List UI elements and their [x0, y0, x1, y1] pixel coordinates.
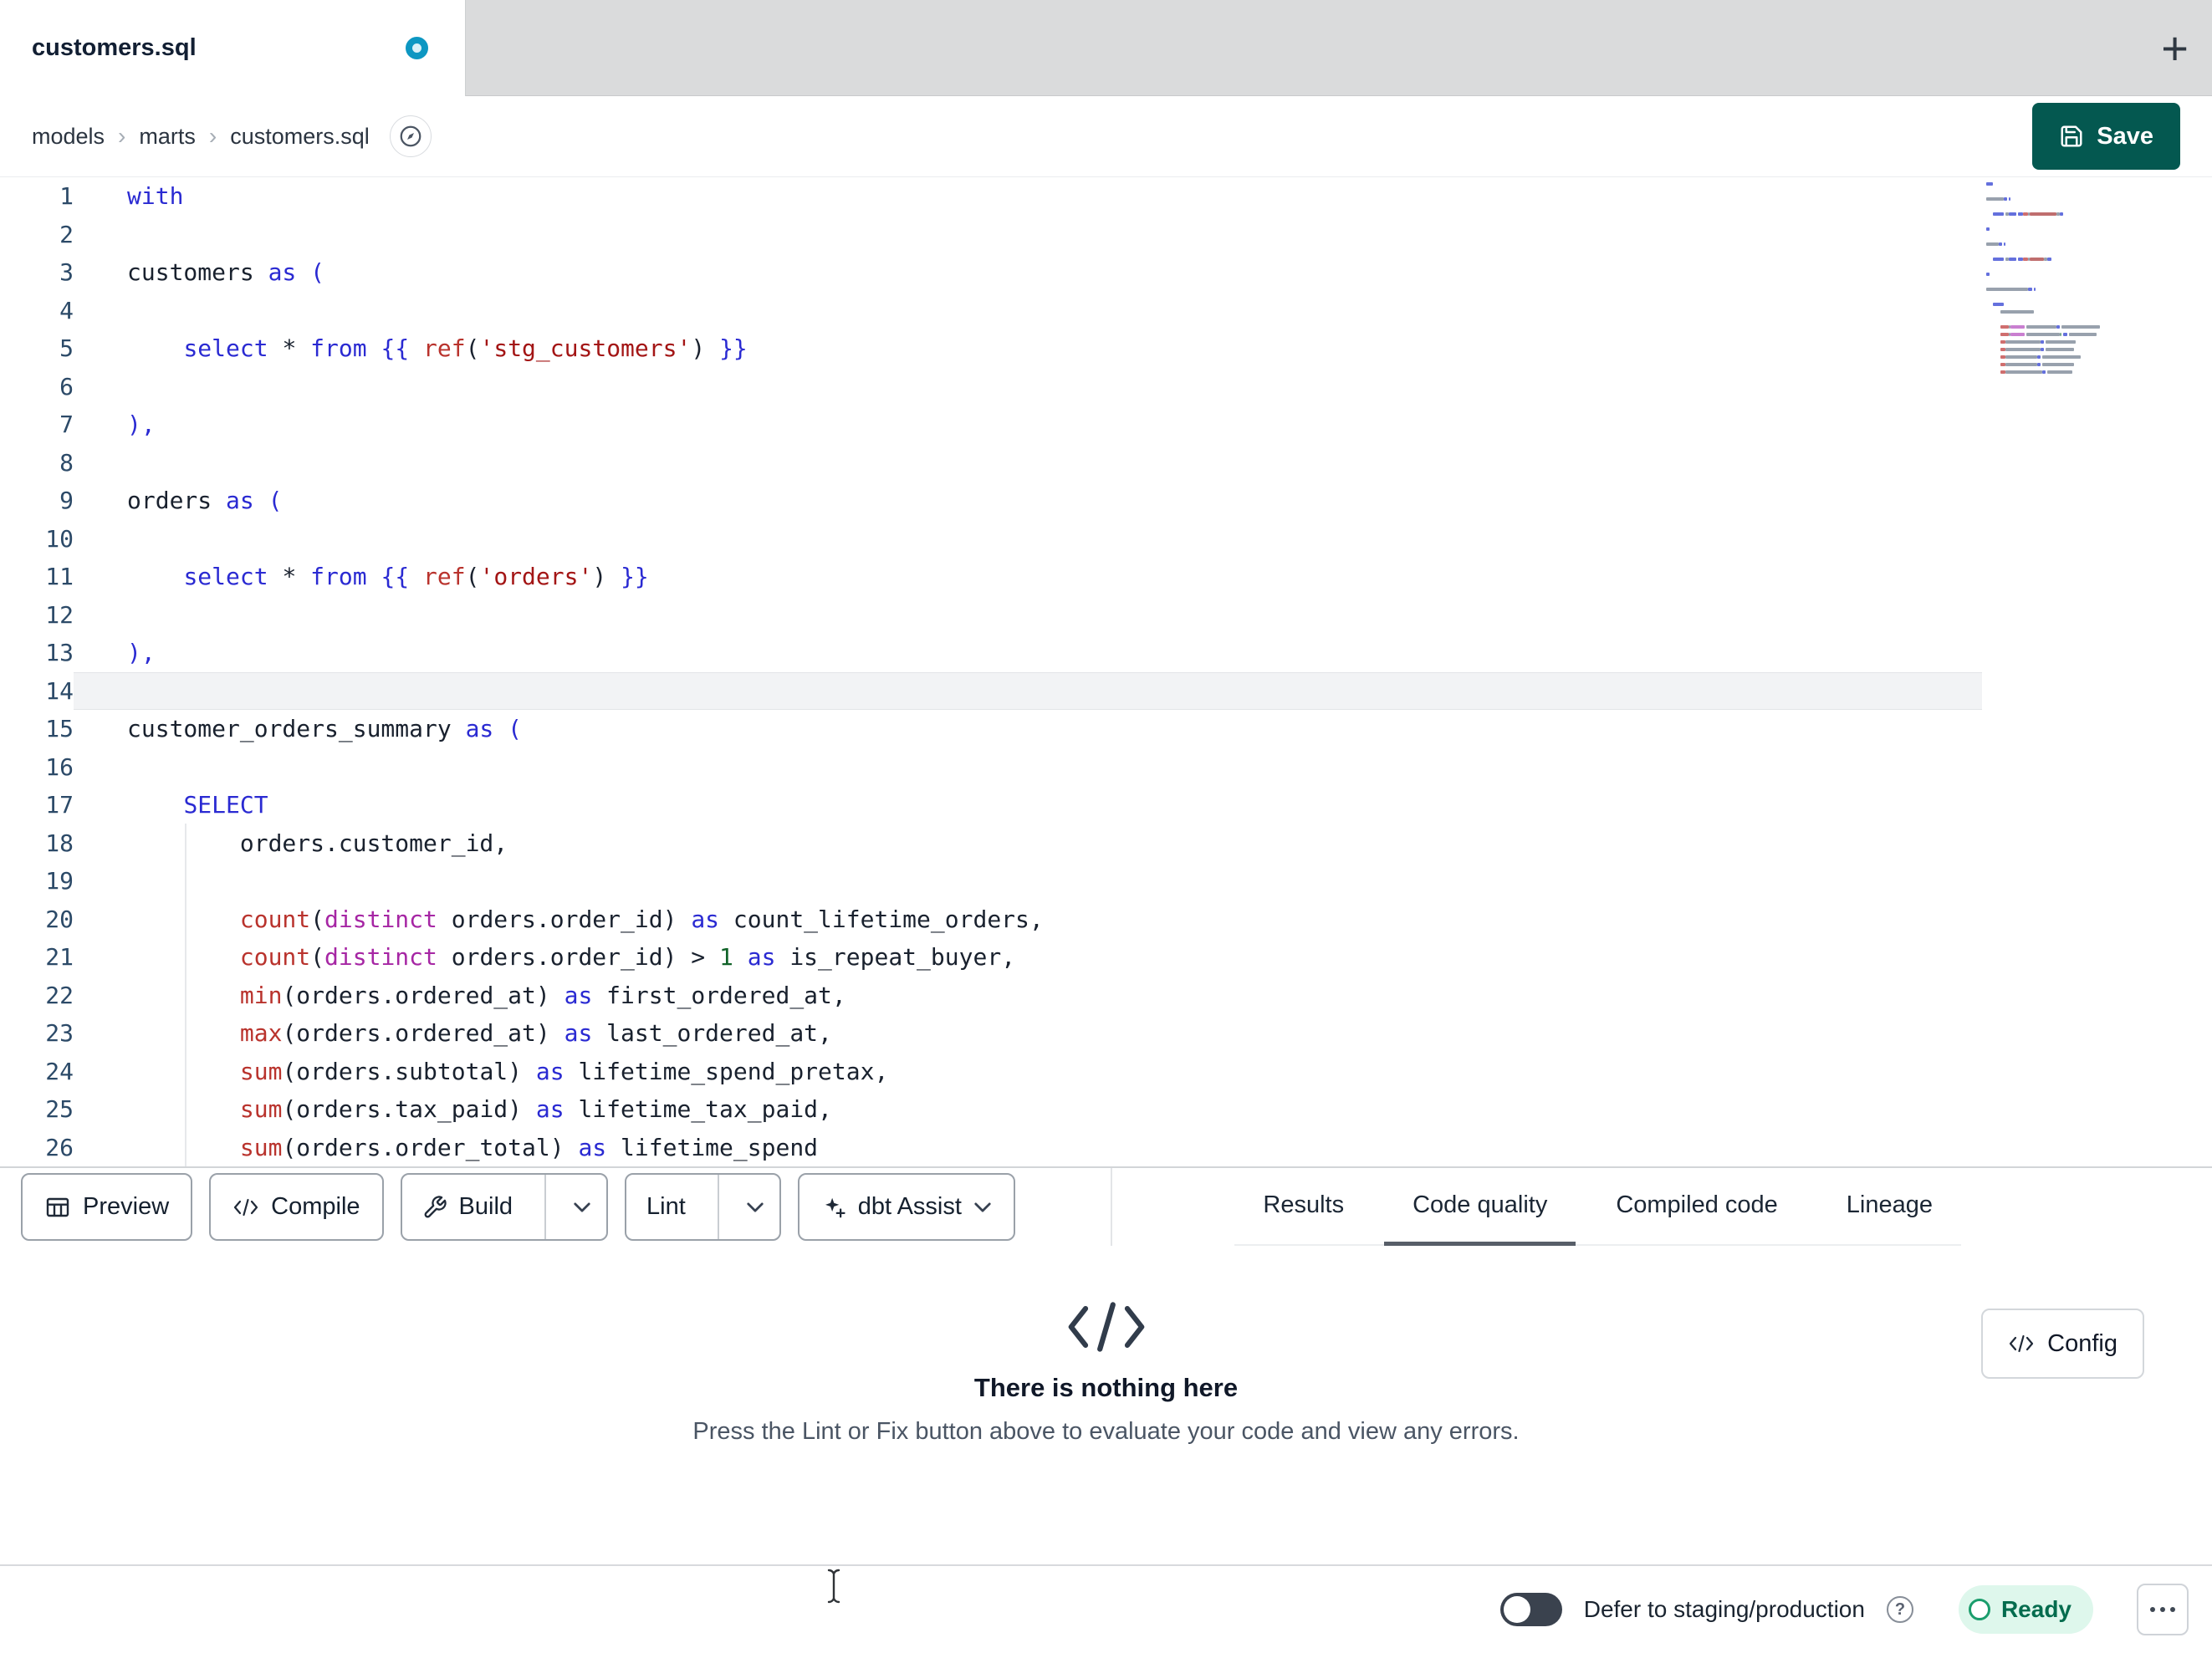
editor-toolbar: Preview Compile Build Lint dbt Assist Re…	[0, 1166, 2212, 1246]
new-tab-button[interactable]: +	[2161, 24, 2189, 72]
editor-tab-bar: customers.sql +	[0, 0, 2212, 96]
lint-label: Lint	[646, 1193, 686, 1220]
result-panel-tabs: Results Code quality Compiled code Lineage	[1234, 1168, 1961, 1246]
code-line-7[interactable]: 7),	[0, 406, 2212, 444]
code-line-17[interactable]: 17 SELECT	[0, 786, 2212, 824]
text-cursor-icon	[827, 1569, 840, 1604]
toolbar-divider	[1111, 1168, 1112, 1246]
code-line-26[interactable]: 26 sum(orders.order_total) as lifetime_s…	[0, 1129, 2212, 1167]
preview-label: Preview	[83, 1193, 170, 1220]
code-quality-panel: Config There is nothing here Press the L…	[0, 1246, 2212, 1564]
save-label: Save	[2097, 122, 2153, 150]
panel-tab-code-quality[interactable]: Code quality	[1384, 1168, 1576, 1246]
sparkle-icon	[825, 1197, 845, 1217]
code-line-14[interactable]: 14	[0, 671, 2212, 710]
status-bar: Defer to staging/production Ready	[0, 1564, 2212, 1653]
code-line-22[interactable]: 22 min(orders.ordered_at) as first_order…	[0, 977, 2212, 1015]
code-line-10[interactable]: 10	[0, 520, 2212, 559]
save-icon	[2061, 125, 2082, 147]
indent-guide	[185, 824, 186, 1166]
lint-split-button: Lint	[625, 1173, 781, 1241]
wrench-icon	[424, 1195, 447, 1217]
code-line-1[interactable]: 1 with	[0, 177, 2212, 216]
chevron-down-icon	[974, 1202, 991, 1212]
code-line-25[interactable]: 25 sum(orders.tax_paid) as lifetime_tax_…	[0, 1090, 2212, 1129]
code-line-19[interactable]: 19	[0, 862, 2212, 900]
code-line-12[interactable]: 12	[0, 596, 2212, 635]
compile-label: Compile	[271, 1193, 360, 1220]
breadcrumb-customers-sql: customers.sql	[230, 123, 370, 149]
button-divider	[544, 1175, 547, 1239]
lint-button[interactable]: Lint	[626, 1175, 706, 1239]
empty-state-title: There is nothing here	[973, 1373, 1239, 1402]
breadcrumb-marts[interactable]: marts	[139, 124, 196, 150]
ready-label: Ready	[2000, 1596, 2072, 1622]
chevron-right-icon	[209, 123, 217, 150]
panel-tab-compiled-code[interactable]: Compiled code	[1587, 1168, 1806, 1246]
code-line-9[interactable]: 9 orders as (	[0, 482, 2212, 520]
editor-minimap[interactable]	[1986, 182, 2109, 374]
code-line-5[interactable]: 5 select * from {{ ref('stg_customers') …	[0, 329, 2212, 368]
code-line-20[interactable]: 20 count(distinct orders.order_id) as co…	[0, 900, 2212, 939]
code-line-21[interactable]: 21 count(distinct orders.order_id) > 1 a…	[0, 938, 2212, 977]
panel-tab-results[interactable]: Results	[1234, 1168, 1372, 1246]
assist-label: dbt Assist	[857, 1193, 962, 1220]
code-editor[interactable]: 1 with 2 3 customers as (4 5 select * from {{…	[0, 177, 2212, 1166]
breadcrumb-bar: models marts customers.sql Save	[0, 96, 2212, 177]
breadcrumb-models[interactable]: models	[32, 124, 105, 150]
preview-button[interactable]: Preview	[21, 1173, 193, 1241]
tab-customers-sql[interactable]: customers.sql	[0, 0, 466, 96]
chevron-right-icon	[118, 123, 125, 150]
lint-dropdown-button[interactable]	[731, 1175, 779, 1239]
panel-tab-lineage[interactable]: Lineage	[1818, 1168, 1961, 1246]
ready-status-badge[interactable]: Ready	[1958, 1585, 2093, 1634]
ellipsis-icon	[2150, 1607, 2155, 1612]
empty-state-subtitle: Press the Lint or Fix button above to ev…	[692, 1418, 1520, 1445]
toggle-knob	[1503, 1596, 1530, 1623]
chevron-down-icon	[747, 1202, 764, 1212]
more-menu-button[interactable]	[2137, 1584, 2189, 1635]
help-icon[interactable]	[1886, 1596, 1913, 1623]
code-icon	[234, 1198, 258, 1216]
status-dot-icon	[1968, 1599, 1990, 1620]
code-line-18[interactable]: 18 orders.customer_id,	[0, 824, 2212, 863]
dbt-ide-window: customers.sql + models marts customers.s…	[0, 0, 2212, 1653]
code-line-16[interactable]: 16	[0, 748, 2212, 787]
build-dropdown-button[interactable]	[558, 1175, 606, 1239]
code-slash-icon	[0, 1298, 2212, 1356]
code-line-23[interactable]: 23 max(orders.ordered_at) as last_ordere…	[0, 1014, 2212, 1053]
code-line-15[interactable]: 15 customer_orders_summary as (	[0, 710, 2212, 748]
chevron-down-icon	[574, 1202, 590, 1212]
code-line-2[interactable]: 2	[0, 216, 2212, 254]
code-lines: 1 with 2 3 customers as (4 5 select * from {{…	[0, 177, 2212, 1166]
code-line-8[interactable]: 8	[0, 444, 2212, 482]
empty-state: There is nothing here Press the Lint or …	[0, 1298, 2212, 1446]
tab-title: customers.sql	[32, 34, 197, 61]
build-split-button: Build	[400, 1173, 609, 1241]
table-icon	[46, 1197, 69, 1217]
unsaved-dot-icon	[406, 37, 428, 59]
file-action-button[interactable]	[389, 115, 432, 157]
dbt-assist-button[interactable]: dbt Assist	[797, 1173, 1015, 1241]
build-button[interactable]: Build	[402, 1175, 534, 1239]
compile-button[interactable]: Compile	[209, 1173, 384, 1241]
defer-toggle[interactable]	[1499, 1593, 1562, 1626]
code-line-13[interactable]: 13),	[0, 634, 2212, 672]
code-line-3[interactable]: 3 customers as (	[0, 253, 2212, 292]
button-divider	[717, 1175, 719, 1239]
save-button[interactable]: Save	[2032, 103, 2180, 170]
compass-icon	[400, 125, 421, 147]
defer-label: Defer to staging/production	[1583, 1596, 1865, 1622]
code-line-6[interactable]: 6	[0, 368, 2212, 406]
code-line-4[interactable]: 4	[0, 292, 2212, 330]
code-line-11[interactable]: 11 select * from {{ ref('orders') }}	[0, 558, 2212, 596]
code-line-24[interactable]: 24 sum(orders.subtotal) as lifetime_spen…	[0, 1053, 2212, 1091]
build-label: Build	[458, 1193, 513, 1220]
